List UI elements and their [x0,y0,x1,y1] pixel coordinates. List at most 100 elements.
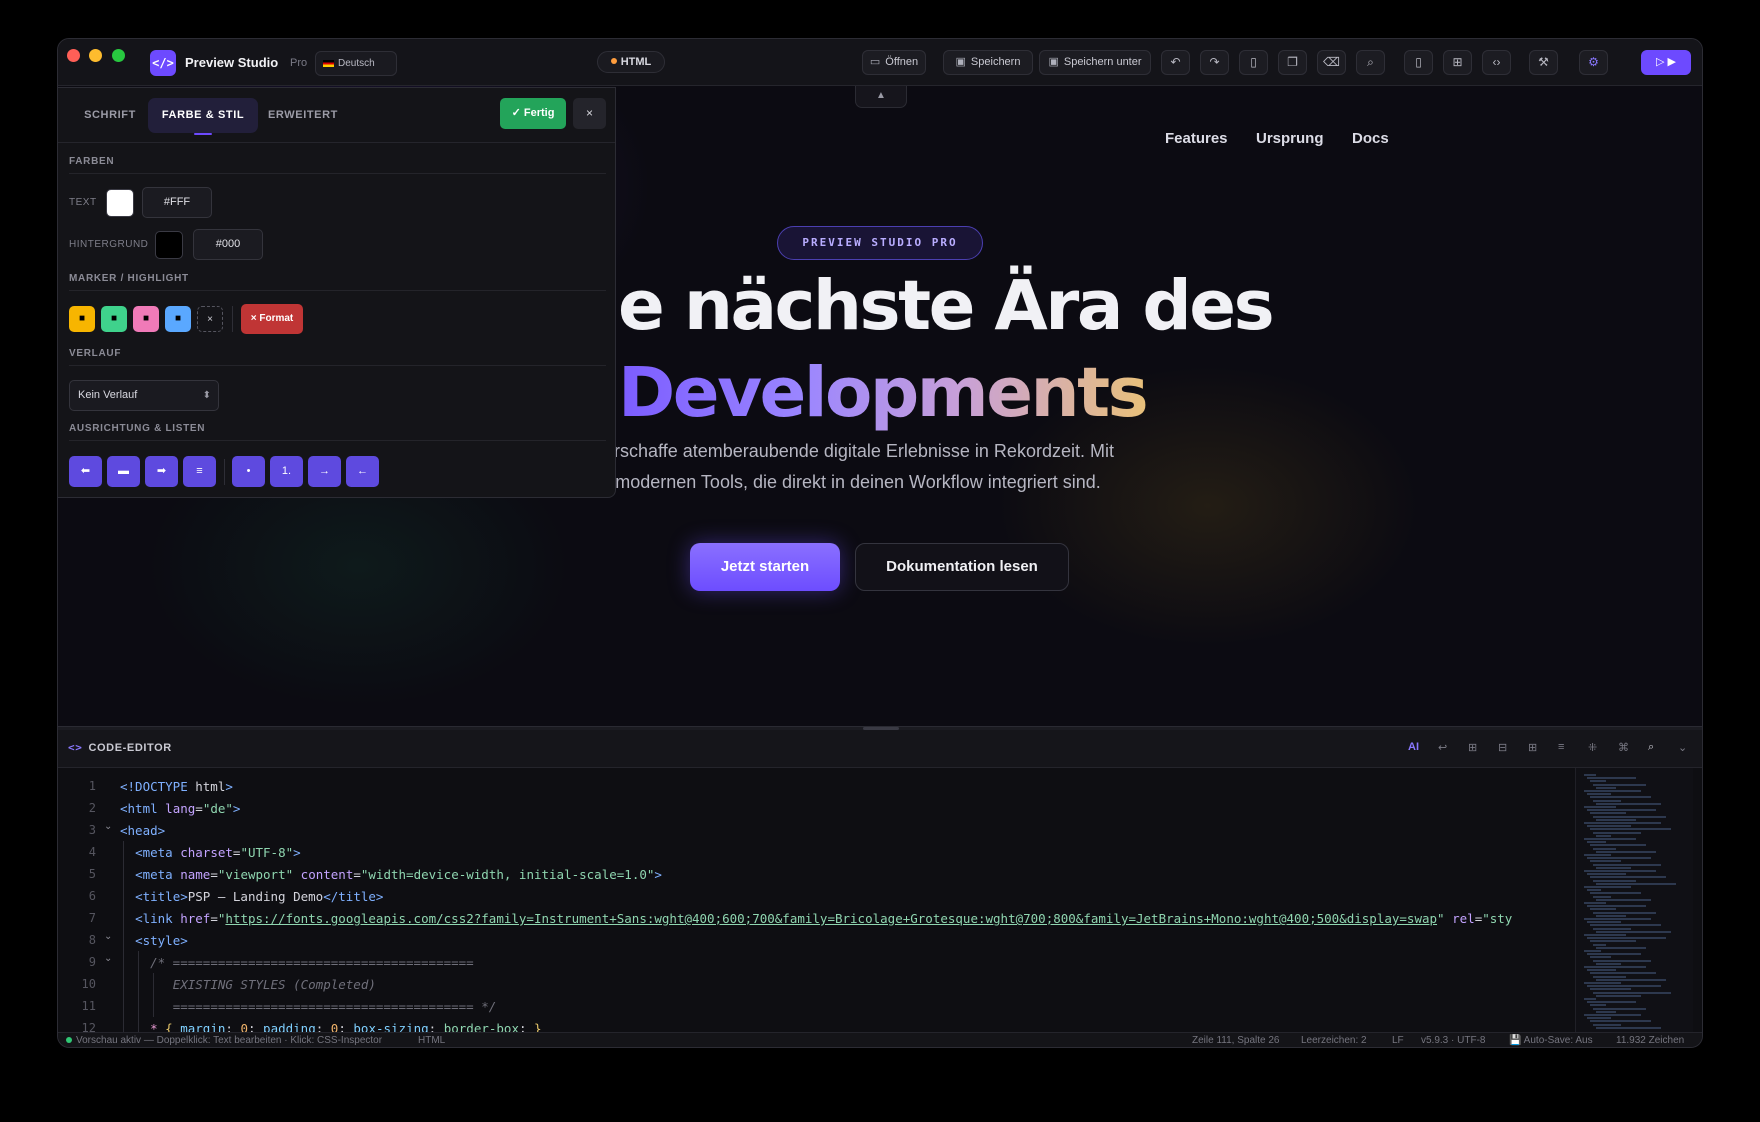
snippet-icon[interactable]: ⁜ [1588,741,1597,754]
tools-button[interactable]: ⚒ [1529,50,1558,75]
code-editor-header: <> CODE-EDITOR AI ↩ ⊞ ⊟ ⊞ ≡ ⁜ ⌘ ⌕ ⌄ [58,730,1702,768]
collapse-toolbar-button[interactable]: ▲ [855,86,907,108]
minimap-row [1593,943,1606,946]
align-center-button[interactable]: ▬ [107,456,140,487]
ai-button[interactable]: AI [1408,741,1419,753]
minimap-row [1584,806,1616,808]
align-justify-button[interactable]: ≡ [183,456,216,487]
delete-button[interactable]: ⌫ [1317,50,1346,75]
minimap-row [1587,873,1626,876]
text-color-input[interactable]: #FFF [142,187,212,218]
minimap-row [1590,972,1656,975]
outdent-button[interactable]: ← [346,456,379,487]
shortcut-icon[interactable]: ⌘ [1618,741,1629,754]
minimap-row [1596,850,1656,853]
clear-format-button[interactable]: × Format [241,304,303,334]
indent-button[interactable]: → [308,456,341,487]
close-panel-button[interactable]: × [573,98,606,129]
minimap-row [1587,825,1631,828]
text-color-swatch[interactable] [106,189,134,217]
cursor-position[interactable]: Zeile 111, Spalte 26 [1192,1033,1279,1047]
minimap-row [1593,895,1611,898]
lines-icon[interactable]: ≡ [1558,741,1564,753]
folder-icon: ▭ [869,56,881,68]
minimap-row [1587,921,1621,924]
nav-link-features[interactable]: Features [1165,130,1228,147]
get-started-button[interactable]: Jetzt starten [690,543,840,591]
copy-button[interactable]: ❐ [1278,50,1307,75]
tab-schrift[interactable]: SCHRIFT [70,98,150,133]
gradient-select[interactable]: Kein Verlauf ⬍ [69,380,219,411]
nav-link-ursprung[interactable]: Ursprung [1256,130,1324,147]
minimap-row [1593,991,1671,994]
background-color-swatch[interactable] [155,231,183,259]
run-button[interactable]: ▷ ▶ [1641,50,1691,75]
minimap-row [1584,1014,1641,1016]
version-encoding: v5.9.3 · UTF-8 [1421,1035,1486,1046]
bullet-list-button[interactable]: • [232,456,265,487]
paste-button[interactable]: ▯ [1239,50,1268,75]
close-window-button[interactable] [67,49,80,62]
nav-link-docs[interactable]: Docs [1352,130,1389,147]
code-minimap[interactable] [1575,768,1693,1032]
line-number: 3 [88,823,96,837]
tab-erweitert[interactable]: ERWEITERT [258,98,348,133]
line-ending[interactable]: LF [1392,1033,1404,1047]
redo-button[interactable]: ↷ [1200,50,1229,75]
fold-icon[interactable]: ⌄ [104,931,112,942]
align-left-button[interactable]: ⬅ [69,456,102,487]
collapse-icon[interactable]: ⊟ [1498,741,1507,754]
undo-button[interactable]: ↶ [1161,50,1190,75]
mode-label: HTML [620,56,652,68]
hero-badge: PREVIEW STUDIO PRO [777,226,983,260]
minimap-row [1590,956,1611,959]
code-line: <!DOCTYPE html> [120,779,233,794]
minimap-row [1584,822,1661,824]
search-icon[interactable]: ⌕ [1648,741,1654,754]
marker-blue-button[interactable]: ■ [165,306,191,332]
autosave-toggle[interactable]: 💾 Auto-Save: Aus [1509,1033,1593,1047]
read-docs-button[interactable]: Dokumentation lesen [855,543,1069,591]
marker-pink-button[interactable]: ■ [133,306,159,332]
code-editor[interactable]: 12345678910111213 ⌄ ⌄ ⌄ ⌄ <!DOCTYPE html… [58,768,1702,1032]
maximize-window-button[interactable] [112,49,125,62]
align-right-button[interactable]: ➡ [145,456,178,487]
minimap-row [1590,876,1666,879]
marker-clear-button[interactable]: × [197,306,223,332]
background-color-input[interactable]: #000 [193,229,263,260]
code-line: * { margin: 0; padding: 0; box-sizing: b… [150,1021,542,1032]
minimap-row [1593,847,1616,850]
source-button[interactable]: ‹› [1482,50,1511,75]
expand-icon[interactable]: ⊞ [1528,741,1537,754]
settings-button[interactable]: ⚙ [1579,50,1608,75]
minimap-row [1596,786,1616,789]
done-button[interactable]: ✓ Fertig [500,98,566,129]
language-select[interactable]: Deutsch [315,51,397,76]
fold-icon[interactable]: ⌄ [104,821,112,832]
wrap-icon[interactable]: ↩ [1438,741,1447,754]
format-icon[interactable]: ⊞ [1468,741,1477,754]
minimap-row [1596,866,1631,869]
open-button[interactable]: ▭ Öffnen [862,50,926,75]
fold-icon[interactable]: ⌄ [104,953,112,964]
save-button[interactable]: ▣ Speichern [943,50,1033,75]
marker-green-button[interactable]: ■ [101,306,127,332]
mode-badge[interactable]: HTML [597,51,665,73]
mode-dot-icon [610,58,617,64]
tab-farbe-stil[interactable]: FARBE & STIL [148,98,258,135]
save-as-button[interactable]: ▣ Speichern unter [1039,50,1151,75]
layout-button[interactable]: ⊞ [1443,50,1472,75]
minimap-row [1596,914,1626,917]
code-line: <style> [135,933,188,948]
alignment-heading: AUSRICHTUNG & LISTEN [69,423,206,434]
numbered-list-button[interactable]: 1. [270,456,303,487]
open-label: Öffnen [885,56,919,68]
minimize-window-button[interactable] [89,49,102,62]
background-color-label: HINTERGRUND [69,239,149,250]
marker-yellow-button[interactable]: ■ [69,306,95,332]
device-preview-button[interactable]: ▯ [1404,50,1433,75]
chevron-down-icon[interactable]: ⌄ [1678,741,1687,754]
indent-setting[interactable]: Leerzeichen: 2 [1301,1033,1367,1047]
search-button[interactable]: ⌕ [1356,50,1385,75]
hero-headline-gradient: Developments [618,353,1149,433]
